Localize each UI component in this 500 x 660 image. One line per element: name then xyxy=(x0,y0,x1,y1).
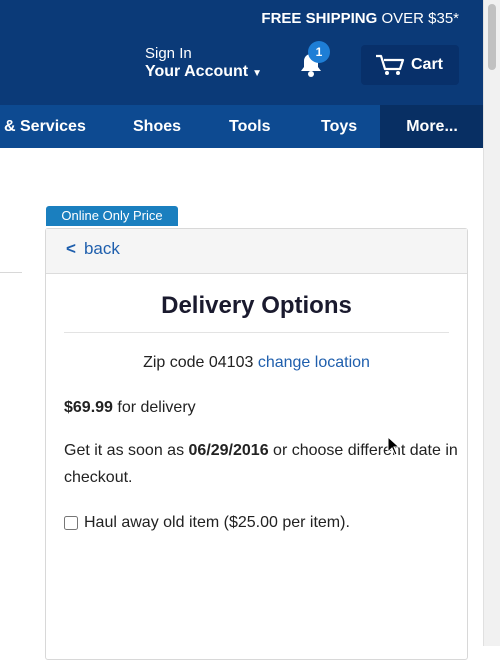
category-nav: & Services Shoes Tools Toys More... xyxy=(0,105,484,148)
nav-item-more[interactable]: More... xyxy=(380,105,484,148)
cart-button[interactable]: Cart xyxy=(361,45,459,85)
cart-label: Cart xyxy=(411,56,444,73)
zip-code-text: Zip code 04103 xyxy=(143,354,254,371)
divider xyxy=(0,272,22,273)
haul-away-option[interactable]: Haul away old item ($25.00 per item). xyxy=(64,509,350,536)
delivery-date: 06/29/2016 xyxy=(188,442,269,459)
back-label: back xyxy=(83,239,120,258)
chevron-left-icon: < xyxy=(66,239,76,258)
promo-bold: FREE SHIPPING xyxy=(261,10,378,27)
card-header: < back xyxy=(46,229,467,274)
haul-away-label: Haul away old item ($25.00 per item). xyxy=(84,514,350,531)
back-link[interactable]: < back xyxy=(66,239,120,259)
delivery-options-card: < back Delivery Options Zip code 04103 ch… xyxy=(45,228,468,660)
cart-icon xyxy=(376,54,405,75)
caret-down-icon: ▼ xyxy=(252,68,263,79)
delivery-price-suffix: for delivery xyxy=(117,399,196,416)
delivery-price: $69.99 xyxy=(64,399,113,416)
delivery-date-line: Get it as soon as 06/29/2016 or choose d… xyxy=(64,437,459,491)
promo-rest: OVER $35* xyxy=(381,10,459,27)
mouse-cursor-icon xyxy=(387,436,399,456)
scrollbar-thumb[interactable] xyxy=(488,4,496,70)
delivery-date-prefix: Get it as soon as xyxy=(64,442,185,459)
scrollbar[interactable] xyxy=(483,0,500,646)
sign-in-label: Sign In xyxy=(145,45,192,62)
nav-item-tools[interactable]: Tools xyxy=(229,105,270,148)
free-shipping-banner[interactable]: FREE SHIPPING OVER $35* xyxy=(261,10,459,27)
account-menu[interactable]: Sign In Your Account ▼ xyxy=(145,45,262,83)
title-divider xyxy=(64,332,449,333)
haul-away-checkbox[interactable] xyxy=(64,515,78,530)
change-location-link[interactable]: change location xyxy=(258,354,370,371)
nav-item-services[interactable]: & Services xyxy=(4,105,86,148)
zip-code-line: Zip code 04103 change location xyxy=(46,354,467,372)
page-title: Delivery Options xyxy=(161,292,352,319)
notification-badge: 1 xyxy=(308,41,330,63)
site-header: FREE SHIPPING OVER $35* Sign In Your Acc… xyxy=(0,0,484,105)
nav-item-toys[interactable]: Toys xyxy=(321,105,357,148)
nav-item-shoes[interactable]: Shoes xyxy=(133,105,181,148)
online-only-badge: Online Only Price xyxy=(46,206,178,226)
delivery-price-line: $69.99 for delivery xyxy=(64,394,196,421)
your-account-label: Your Account xyxy=(145,63,249,80)
